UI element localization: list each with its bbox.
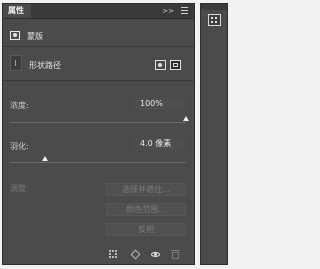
collapse-panel-button[interactable]: >> — [162, 4, 174, 18]
panel-tab-bar: 属性 >> — [3, 4, 194, 19]
refine-label: 调整: — [10, 184, 29, 193]
add-vector-mask-button[interactable] — [170, 60, 181, 70]
apply-mask-icon[interactable] — [130, 250, 139, 259]
mask-section-header: 蒙版 — [3, 29, 194, 43]
layer-name: 形状路径 — [29, 61, 61, 70]
selection-from-mask-icon[interactable] — [109, 250, 118, 259]
select-and-mask-button[interactable]: 选择并遮住... — [106, 183, 186, 196]
divider — [3, 46, 194, 47]
section-title: 蒙版 — [27, 32, 43, 41]
density-value-field[interactable]: 100% — [135, 98, 185, 110]
feather-label: 羽化: — [10, 142, 29, 151]
color-range-button[interactable]: 颜色范围... — [106, 203, 186, 216]
delete-mask-icon[interactable] — [171, 250, 180, 259]
panel-bottom-bar — [3, 246, 194, 264]
feather-slider-thumb[interactable] — [42, 156, 49, 161]
add-pixel-mask-button[interactable] — [155, 60, 166, 70]
density-slider-track[interactable] — [10, 122, 186, 123]
side-dock — [200, 3, 228, 265]
dock-grip[interactable] — [201, 4, 227, 10]
density-label: 浓度: — [10, 101, 29, 110]
tab-properties[interactable]: 属性 — [3, 4, 31, 18]
properties-panel-icon[interactable] — [208, 14, 221, 26]
feather-value-field[interactable]: 4.0 像素 — [135, 138, 185, 150]
divider — [3, 80, 194, 81]
layer-thumbnail — [10, 55, 22, 71]
invert-button[interactable]: 反相 — [106, 223, 186, 236]
properties-panel: 属性 >> 蒙版 形状路径 浓度: 100% 羽化: 4.0 像素 调整: 选择… — [2, 3, 195, 265]
density-slider-thumb[interactable] — [183, 116, 189, 121]
visibility-eye-icon[interactable] — [151, 250, 160, 259]
mask-layer-row: 形状路径 — [3, 52, 194, 76]
mask-icon — [10, 31, 20, 40]
panel-menu-icon[interactable] — [181, 7, 188, 15]
feather-slider-track[interactable] — [10, 162, 186, 163]
